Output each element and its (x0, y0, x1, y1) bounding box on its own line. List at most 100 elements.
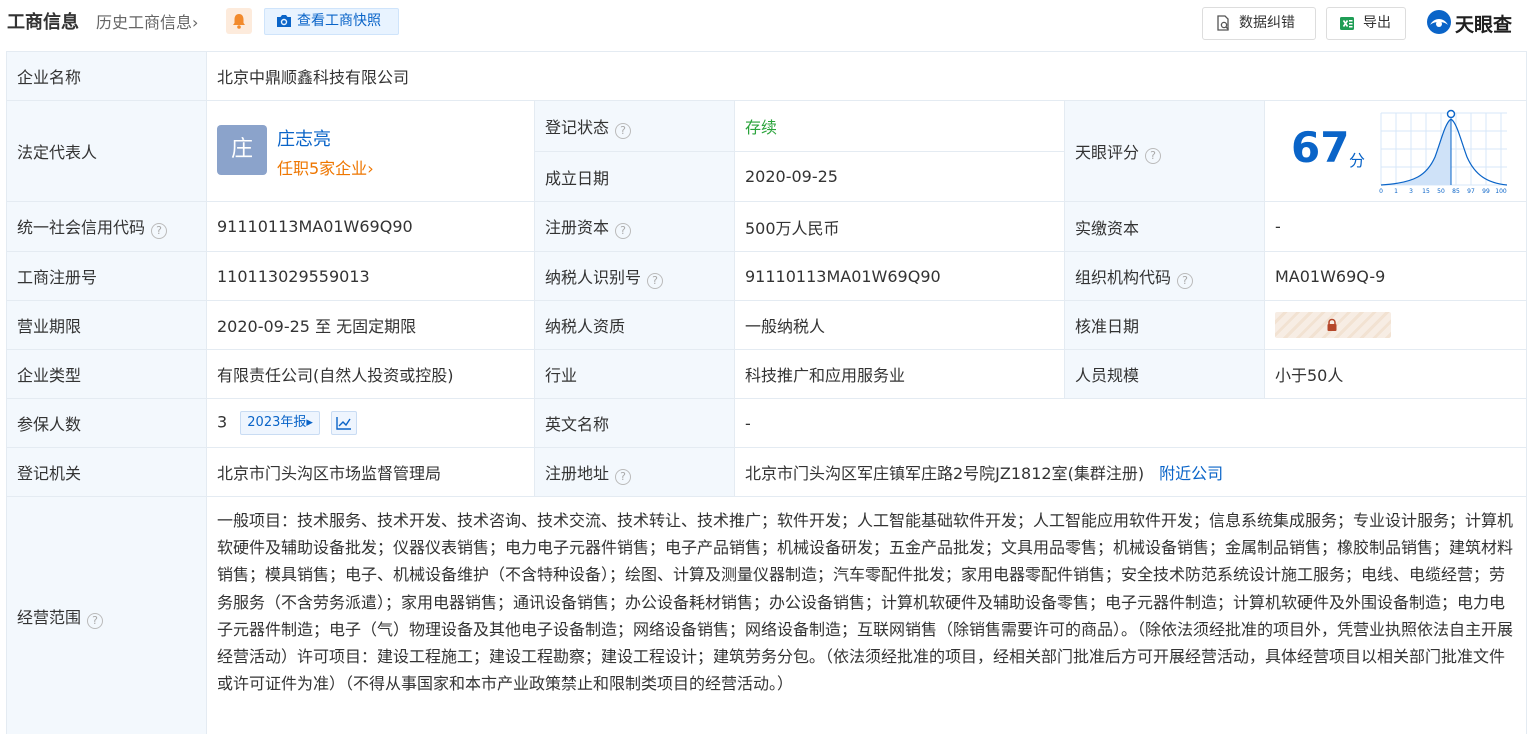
camera-icon (277, 15, 291, 27)
excel-icon (1340, 17, 1354, 30)
table-row: 企业类型 有限责任公司(自然人投资或控股) 行业 科技推广和应用服务业 人员规模… (6, 349, 1528, 399)
edit-document-icon (1217, 15, 1229, 31)
reg-address-label: 注册地址? (534, 447, 735, 497)
score-distribution-chart: 0 1 3 15 50 85 97 99 100 (1379, 109, 1508, 195)
score-axis-tick: 15 (1422, 188, 1430, 195)
credit-code-label: 统一社会信用代码? (6, 201, 207, 252)
table-row: 统一社会信用代码? 91110113MA01W69Q90 注册资本? 500万人… (6, 201, 1528, 252)
score-marker-pin (1446, 109, 1456, 119)
chevron-right-icon: › (192, 13, 199, 32)
export-label: 导出 (1363, 15, 1391, 31)
score-label: 天眼评分? (1064, 100, 1265, 202)
legal-rep-card: 庄 庄志亮 任职5家企业› (217, 102, 524, 201)
status-badge: 存续 (734, 100, 1065, 152)
type-value: 有限责任公司(自然人投资或控股) (206, 349, 535, 399)
taxpayer-id-label: 纳税人识别号? (534, 251, 735, 301)
score-axis-tick: 50 (1437, 188, 1445, 195)
english-name-label: 英文名称 (534, 398, 735, 448)
table-row: 经营范围? 一般项目：技术服务、技术开发、技术咨询、技术交流、技术转让、技术推广… (6, 496, 1528, 734)
help-icon[interactable]: ? (1177, 272, 1194, 289)
annual-report-label: 2023年报 (247, 415, 307, 430)
annual-report-button[interactable]: 2023年报▸ (240, 411, 320, 435)
locked-value-button[interactable] (1275, 312, 1391, 338)
legal-rep-label: 法定代表人 (6, 100, 207, 202)
staff-size-label: 人员规模 (1064, 349, 1265, 399)
table-row: 参保人数 3 2023年报▸ 英文名称 - (6, 398, 1528, 448)
score-axis-tick: 85 (1452, 188, 1460, 195)
score-cell: 67 分 0 1 3 15 50 85 97 99 100 (1263, 100, 1528, 202)
score-label-text: 天眼评分 (1075, 142, 1140, 162)
insured-value: 3 (217, 412, 228, 432)
approve-date-cell (1263, 300, 1528, 350)
insured-label: 参保人数 (6, 398, 207, 448)
history-business-info-link[interactable]: 历史工商信息› (96, 9, 198, 33)
score-widget[interactable]: 67 分 0 1 3 15 50 85 97 99 100 (1266, 102, 1526, 201)
biz-reg-no-label: 工商注册号 (6, 251, 207, 301)
avatar[interactable]: 庄 (217, 125, 267, 175)
industry-label: 行业 (534, 349, 735, 399)
org-code-label-text: 组织机构代码 (1075, 267, 1172, 287)
legal-rep-cell: 庄 庄志亮 任职5家企业› (206, 100, 535, 202)
taxpayer-id-value: 91110113MA01W69Q90 (734, 251, 1065, 301)
industry-value: 科技推广和应用服务业 (734, 349, 1065, 399)
reg-capital-value: 500万人民币 (734, 201, 1065, 252)
taxpayer-qual-value: 一般纳税人 (734, 300, 1065, 350)
found-date-label: 成立日期 (534, 151, 735, 202)
taxpayer-qual-label: 纳税人资质 (534, 300, 735, 350)
help-icon[interactable]: ? (615, 468, 632, 485)
line-chart-icon (336, 417, 351, 430)
score-axis-tick: 1 (1394, 188, 1398, 195)
reg-status-label-text: 登记状态 (545, 117, 610, 137)
help-icon[interactable]: ? (615, 122, 632, 139)
found-date-value: 2020-09-25 (734, 151, 1065, 202)
help-icon[interactable]: ? (647, 272, 664, 289)
insured-cell: 3 2023年报▸ (206, 398, 535, 448)
paid-capital-label: 实缴资本 (1064, 201, 1265, 252)
nearby-companies-link[interactable]: 附近公司 (1159, 464, 1223, 483)
english-name-value: - (733, 398, 1528, 448)
data-correction-button[interactable]: 数据纠错 (1202, 7, 1316, 40)
table-row: 登记机关 北京市门头沟区市场监督管理局 注册地址? 北京市门头沟区军庄镇军庄路2… (6, 447, 1528, 497)
staff-size-value: 小于50人 (1263, 349, 1528, 399)
chevron-right-icon: › (367, 159, 374, 178)
help-icon[interactable]: ? (615, 223, 632, 239)
reg-authority-value: 北京市门头沟区市场监督管理局 (206, 447, 535, 497)
reg-address-value: 北京市门头沟区军庄镇军庄路2号院JZ1812室(集群注册) (745, 464, 1145, 483)
table-row: 工商注册号 110113029559013 纳税人识别号? 91110113MA… (6, 251, 1528, 301)
score-axis-tick: 3 (1409, 188, 1413, 195)
reg-address-cell: 北京市门头沟区军庄镇军庄路2号院JZ1812室(集群注册) 附近公司 (733, 447, 1528, 497)
score-axis-tick: 97 (1467, 188, 1475, 195)
credit-code-label-text: 统一社会信用代码 (17, 218, 146, 237)
logo-text: 天眼查 (1455, 14, 1513, 36)
scope-value: 一般项目：技术服务、技术开发、技术咨询、技术交流、技术转让、技术推广；软件开发；… (205, 496, 1528, 734)
help-icon[interactable]: ? (87, 613, 104, 629)
section-title: 工商信息 (7, 12, 79, 33)
legal-rep-name-link[interactable]: 庄志亮 (277, 125, 331, 151)
biz-reg-no-value: 110113029559013 (206, 251, 535, 301)
score-axis-tick: 99 (1482, 188, 1490, 195)
data-correction-label: 数据纠错 (1239, 15, 1295, 31)
reg-status-label: 登记状态? (534, 100, 735, 152)
trend-chart-button[interactable] (331, 411, 357, 435)
score-unit: 分 (1349, 151, 1366, 170)
scope-label: 经营范围? (6, 496, 207, 734)
legal-rep-positions-link[interactable]: 任职5家企业› (277, 155, 374, 179)
caret-right-icon: ▸ (306, 415, 313, 430)
lock-icon (1327, 318, 1337, 331)
export-button[interactable]: 导出 (1326, 7, 1406, 40)
table-row: 企业名称 北京中鼎顺鑫科技有限公司 (6, 51, 1528, 101)
paid-capital-value: - (1263, 201, 1528, 252)
reg-address-label-text: 注册地址 (545, 463, 610, 483)
table-row: 法定代表人 庄 庄志亮 任职5家企业› 登记状态? 存续 天眼评分? 67 分 (6, 100, 1528, 202)
term-label: 营业期限 (6, 300, 207, 350)
business-info-table: 企业名称 北京中鼎顺鑫科技有限公司 法定代表人 庄 庄志亮 任职5家企业› 登记… (6, 51, 1528, 734)
view-snapshot-button[interactable]: 查看工商快照 (264, 8, 399, 35)
help-icon[interactable]: ? (1145, 147, 1162, 164)
credit-code-value: 91110113MA01W69Q90 (206, 201, 535, 252)
reg-capital-label: 注册资本? (534, 201, 735, 252)
help-icon[interactable]: ? (151, 223, 168, 239)
type-label: 企业类型 (6, 349, 207, 399)
bell-button[interactable] (226, 8, 252, 34)
reg-authority-label: 登记机关 (6, 447, 207, 497)
approve-date-label: 核准日期 (1064, 300, 1265, 350)
